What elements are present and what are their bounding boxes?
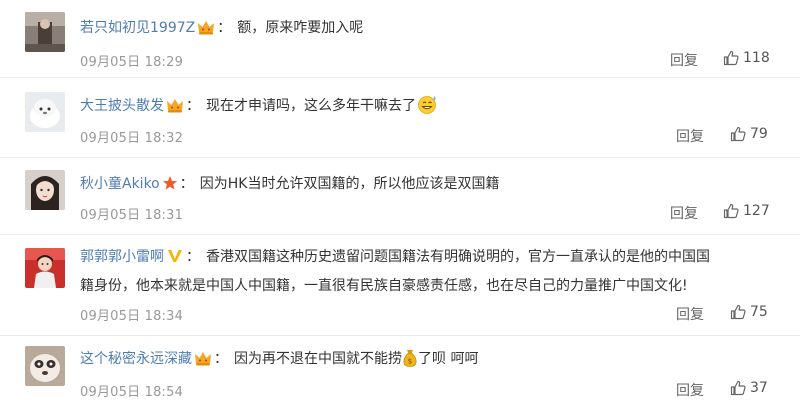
svg-text:$: $ <box>408 358 412 366</box>
like-count: 127 <box>743 203 770 219</box>
reply-button[interactable]: 回复 <box>670 203 698 223</box>
separator: ： <box>179 176 194 192</box>
reply-button[interactable]: 回复 <box>670 50 698 70</box>
comment-content: 若只如初见1997Z ： 额，原来咋要加入呢 <box>80 15 720 44</box>
comment-timestamp: 09月05日 18:29 <box>80 55 184 70</box>
avatar[interactable] <box>25 12 65 52</box>
like-button[interactable]: 37 <box>730 380 768 396</box>
separator: ： <box>186 249 200 265</box>
like-count: 118 <box>743 50 770 66</box>
comment-item: 郭郭郭小雷啊：香港双国籍这种历史遗留问题国籍法有明确说明的，官方一直承认的是他的… <box>0 235 800 336</box>
comment-list: 若只如初见1997Z ： 额，原来咋要加入呢 09月05日 18:29 回复 118… <box>0 0 800 410</box>
like-count: 37 <box>750 380 768 396</box>
comment-text: 因为HK当时允许双国籍的，所以他应该是双国籍 <box>199 176 500 192</box>
comment-timestamp: 09月05日 18:54 <box>80 385 184 400</box>
thumbs-up-icon <box>730 126 746 142</box>
separator: ： <box>214 351 228 367</box>
like-button[interactable]: 127 <box>723 203 770 219</box>
comment-item: 大王披头散发 ： 现在才申请吗，这么多年干嘛去了 09月05日 18:32 回复 7… <box>0 78 800 158</box>
comment-item: 秋小童Akiko ： 因为HK当时允许双国籍的，所以他应该是双国籍 09月05日 1… <box>0 158 800 235</box>
like-count: 75 <box>750 304 768 320</box>
like-button[interactable]: 79 <box>730 126 768 142</box>
comment-content: 这个秘密永远深藏 ： 因为再不退在中国就不能捞 $ 了呗 呵呵 <box>80 346 720 376</box>
comment-item: 若只如初见1997Z ： 额，原来咋要加入呢 09月05日 18:29 回复 118 <box>0 0 800 78</box>
separator: ： <box>217 20 232 36</box>
comment-text: 额，原来咋要加入呢 <box>237 20 364 36</box>
crown-icon[interactable] <box>194 349 212 375</box>
avatar[interactable] <box>25 92 65 132</box>
username-link[interactable]: 郭郭郭小雷啊 <box>80 249 164 265</box>
thumbs-up-icon <box>730 304 746 320</box>
avatar[interactable] <box>25 248 65 288</box>
thumbs-up-icon <box>723 203 739 219</box>
comment-timestamp: 09月05日 18:34 <box>80 309 184 324</box>
username-link[interactable]: 秋小童Akiko <box>80 176 160 192</box>
reply-button[interactable]: 回复 <box>676 380 704 400</box>
separator: ： <box>186 98 200 114</box>
money-bag-emoji: $ <box>403 349 417 376</box>
crown-icon[interactable] <box>166 96 184 122</box>
crown-icon[interactable] <box>197 18 215 44</box>
thumbs-up-icon <box>723 50 739 66</box>
like-button[interactable]: 118 <box>723 50 770 66</box>
reply-button[interactable]: 回复 <box>676 126 704 146</box>
thumbs-up-icon <box>730 380 746 396</box>
reply-button[interactable]: 回复 <box>676 304 704 324</box>
comment-timestamp: 09月05日 18:32 <box>80 131 184 146</box>
comment-content: 郭郭郭小雷啊：香港双国籍这种历史遗留问题国籍法有明确说明的，官方一直承认的是他的… <box>80 244 720 299</box>
verified-v-icon[interactable] <box>166 247 184 273</box>
comment-item: 这个秘密永远深藏 ： 因为再不退在中国就不能捞 $ 了呗 呵呵 09月05日 18:54… <box>0 336 800 410</box>
avatar[interactable] <box>25 346 65 386</box>
comment-content: 大王披头散发 ： 现在才申请吗，这么多年干嘛去了 <box>80 93 720 123</box>
star-icon[interactable] <box>162 174 178 200</box>
like-button[interactable]: 75 <box>730 304 768 320</box>
comment-text: 因为再不退在中国就不能捞 <box>234 351 402 367</box>
comment-timestamp: 09月05日 18:31 <box>80 208 184 223</box>
like-count: 79 <box>750 126 768 142</box>
comment-text-suffix: 了呗 呵呵 <box>418 351 479 367</box>
sweat-grin-emoji <box>417 94 439 123</box>
avatar[interactable] <box>25 170 65 210</box>
username-link[interactable]: 若只如初见1997Z <box>80 20 195 36</box>
username-link[interactable]: 这个秘密永远深藏 <box>80 351 192 367</box>
comment-content: 秋小童Akiko ： 因为HK当时允许双国籍的，所以他应该是双国籍 <box>80 171 720 200</box>
comment-text: 现在才申请吗，这么多年干嘛去了 <box>206 98 416 114</box>
username-link[interactable]: 大王披头散发 <box>80 98 164 114</box>
